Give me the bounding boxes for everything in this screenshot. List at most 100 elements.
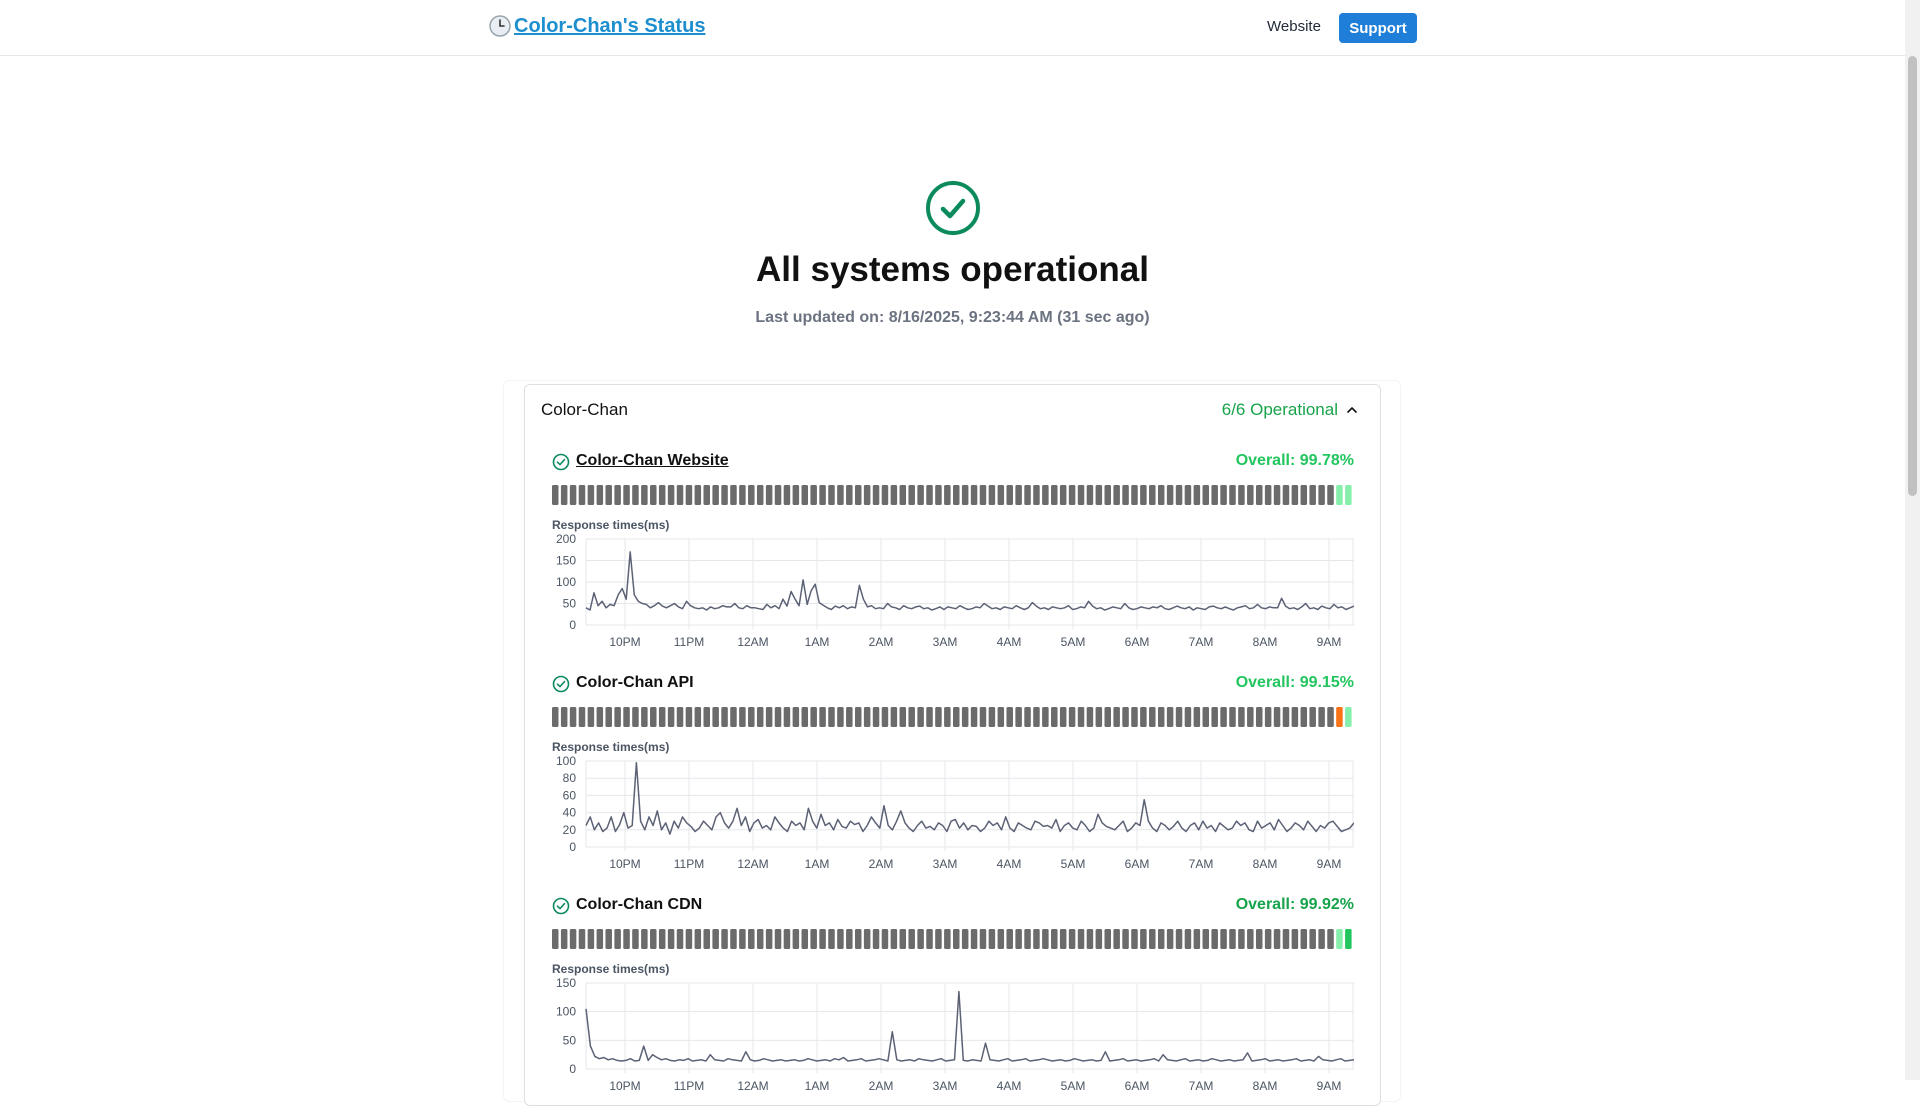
uptime-bar[interactable]: [623, 707, 630, 727]
uptime-bar[interactable]: [756, 707, 764, 727]
uptime-bar[interactable]: [801, 707, 809, 727]
uptime-bar[interactable]: [1255, 707, 1263, 727]
uptime-bar[interactable]: [970, 929, 978, 949]
uptime-bar[interactable]: [1309, 929, 1316, 949]
uptime-bar[interactable]: [908, 707, 915, 727]
uptime-bar[interactable]: [1327, 485, 1334, 505]
uptime-bar[interactable]: [997, 929, 1005, 949]
uptime-bar[interactable]: [739, 485, 746, 505]
chevron-up-icon[interactable]: [1346, 404, 1358, 416]
uptime-bar[interactable]: [801, 929, 809, 949]
uptime-bar[interactable]: [837, 707, 844, 727]
uptime-bar[interactable]: [890, 929, 898, 949]
uptime-bar[interactable]: [587, 929, 595, 949]
group-header-toggle[interactable]: Color-Chan 6/6 Operational: [525, 385, 1380, 435]
uptime-bar[interactable]: [997, 485, 1005, 505]
uptime-bar[interactable]: [730, 707, 737, 727]
uptime-bar[interactable]: [783, 929, 791, 949]
uptime-bar[interactable]: [552, 929, 559, 949]
uptime-bar[interactable]: [614, 929, 621, 949]
uptime-bar[interactable]: [748, 707, 755, 727]
uptime-bar[interactable]: [988, 707, 996, 727]
uptime-bar[interactable]: [837, 929, 844, 949]
uptime-bar[interactable]: [1122, 929, 1129, 949]
uptime-bar[interactable]: [926, 929, 933, 949]
uptime-bar[interactable]: [863, 485, 871, 505]
uptime-bar[interactable]: [1184, 929, 1192, 949]
uptime-bar[interactable]: [863, 929, 871, 949]
uptime-bar[interactable]: [828, 707, 835, 727]
uptime-bar[interactable]: [1291, 707, 1299, 727]
uptime-bar[interactable]: [1318, 485, 1325, 505]
uptime-bar[interactable]: [1086, 929, 1094, 949]
uptime-bar[interactable]: [1024, 929, 1031, 949]
uptime-bar[interactable]: [1149, 929, 1156, 949]
uptime-bar[interactable]: [1068, 707, 1076, 727]
uptime-bar[interactable]: [1193, 485, 1201, 505]
uptime-bar[interactable]: [1015, 929, 1022, 949]
uptime-bar[interactable]: [1131, 707, 1138, 727]
uptime-bar[interactable]: [1068, 485, 1076, 505]
uptime-bar[interactable]: [970, 485, 978, 505]
uptime-bar[interactable]: [703, 485, 710, 505]
uptime-bar[interactable]: [676, 485, 684, 505]
uptime-bar[interactable]: [1051, 929, 1058, 949]
uptime-bar[interactable]: [881, 929, 889, 949]
uptime-bar[interactable]: [623, 929, 630, 949]
brand-link[interactable]: Color-Chan's Status: [488, 14, 705, 38]
uptime-bar[interactable]: [819, 707, 826, 727]
uptime-bar[interactable]: [1264, 929, 1272, 949]
uptime-bar[interactable]: [756, 929, 764, 949]
uptime-bar[interactable]: [1211, 929, 1218, 949]
uptime-bar[interactable]: [1202, 485, 1210, 505]
uptime-bar[interactable]: [1211, 707, 1218, 727]
uptime-bar[interactable]: [1273, 929, 1281, 949]
uptime-bar[interactable]: [703, 707, 710, 727]
uptime-bar[interactable]: [587, 485, 595, 505]
uptime-bar[interactable]: [953, 929, 960, 949]
uptime-bar[interactable]: [908, 485, 915, 505]
uptime-bar[interactable]: [614, 707, 621, 727]
uptime-bar[interactable]: [1345, 485, 1352, 505]
uptime-bar[interactable]: [578, 707, 586, 727]
uptime-bar[interactable]: [1229, 707, 1236, 727]
uptime-bar[interactable]: [944, 485, 951, 505]
uptime-bar[interactable]: [1149, 485, 1156, 505]
uptime-bar[interactable]: [1157, 485, 1165, 505]
uptime-bar[interactable]: [1282, 707, 1290, 727]
uptime-bar[interactable]: [1077, 707, 1085, 727]
uptime-bar[interactable]: [1059, 707, 1067, 727]
uptime-bar[interactable]: [1247, 485, 1254, 505]
uptime-bar[interactable]: [1042, 485, 1049, 505]
uptime-bar[interactable]: [783, 485, 791, 505]
uptime-bar[interactable]: [1140, 485, 1147, 505]
uptime-bar[interactable]: [748, 929, 755, 949]
uptime-bar[interactable]: [792, 707, 800, 727]
uptime-bar[interactable]: [988, 485, 996, 505]
uptime-bar[interactable]: [828, 485, 835, 505]
uptime-bar[interactable]: [854, 929, 862, 949]
uptime-bar[interactable]: [846, 485, 853, 505]
uptime-bar[interactable]: [1015, 707, 1022, 727]
uptime-bar[interactable]: [935, 485, 942, 505]
uptime-bar[interactable]: [712, 929, 719, 949]
uptime-bar[interactable]: [1300, 707, 1308, 727]
uptime-bar[interactable]: [1238, 707, 1245, 727]
uptime-bar[interactable]: [721, 707, 728, 727]
uptime-bar[interactable]: [667, 929, 675, 949]
uptime-bar[interactable]: [685, 707, 693, 727]
uptime-bar[interactable]: [1282, 929, 1290, 949]
uptime-bar[interactable]: [1175, 485, 1183, 505]
uptime-bar[interactable]: [694, 929, 702, 949]
uptime-bar[interactable]: [748, 485, 755, 505]
uptime-bar[interactable]: [1291, 485, 1299, 505]
uptime-bar[interactable]: [632, 485, 639, 505]
uptime-bar[interactable]: [899, 929, 907, 949]
uptime-bar[interactable]: [685, 485, 693, 505]
uptime-bar[interactable]: [783, 707, 791, 727]
uptime-bar[interactable]: [1264, 485, 1272, 505]
uptime-bar[interactable]: [872, 707, 880, 727]
uptime-bar[interactable]: [721, 929, 728, 949]
uptime-bar[interactable]: [1077, 485, 1085, 505]
uptime-bar[interactable]: [872, 929, 880, 949]
